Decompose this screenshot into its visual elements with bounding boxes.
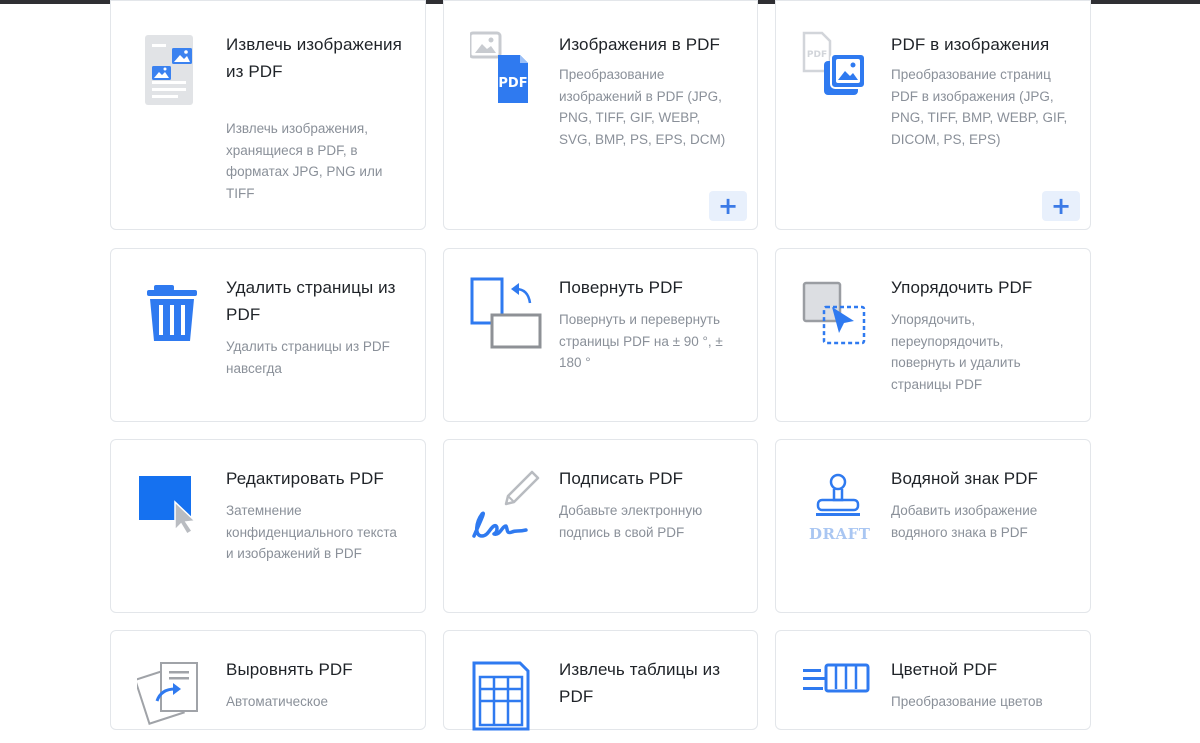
card-title: Водяной знак PDF — [891, 469, 1039, 488]
tool-card-pdf-to-images[interactable]: PDF PDF в изображения Преобразование стр… — [775, 0, 1091, 230]
pdf-to-image-icon: PDF — [802, 31, 866, 95]
tool-card-color-pdf[interactable]: Цветной PDF Преобразование цветов — [775, 630, 1091, 730]
tool-card-sign[interactable]: Подписать PDF Добавьте электронную подпи… — [443, 439, 758, 613]
organize-icon — [802, 281, 866, 345]
add-button[interactable]: + — [709, 191, 747, 221]
sign-pen-icon — [472, 470, 540, 538]
card-title: Извлечь таблицы из PDF — [559, 660, 721, 706]
card-description: Преобразование цветов — [891, 694, 1043, 709]
tool-card-watermark[interactable]: DRAFT Водяной знак PDF Добавить изображе… — [775, 439, 1091, 613]
card-title: Выровнять PDF — [226, 660, 353, 679]
redact-icon — [139, 476, 197, 536]
card-title: Упорядочить PDF — [891, 278, 1033, 297]
card-description: Преобразование изображений в PDF (JPG, P… — [559, 67, 726, 147]
card-description: Повернуть и перевернуть страницы PDF на … — [559, 312, 723, 371]
card-title: Подписать PDF — [559, 469, 684, 488]
card-description: Упорядочить, переупорядочить, повернуть … — [891, 312, 1021, 392]
svg-text:PDF: PDF — [807, 50, 827, 60]
trash-icon — [147, 285, 197, 341]
color-brush-icon — [803, 663, 870, 693]
card-description: Добавить изображение водяного знака в PD… — [891, 503, 1038, 540]
tool-card-images-to-pdf[interactable]: PDF Изображения в PDF Преобразование изо… — [443, 0, 758, 230]
stamp-draft-text: DRAFT — [809, 525, 871, 543]
card-title: Извлечь изображения из PDF — [226, 35, 402, 81]
extract-images-icon — [145, 35, 193, 105]
card-title: PDF в изображения — [891, 35, 1050, 54]
tool-card-extract-images[interactable]: Извлечь изображения из PDF Извлечь изобр… — [110, 0, 426, 230]
card-description: Преобразование страниц PDF в изображения… — [891, 67, 1068, 147]
card-description: Добавьте электронную подпись в свой PDF — [559, 503, 703, 540]
table-icon — [472, 661, 530, 731]
tool-card-organize[interactable]: Упорядочить PDF Упорядочить, переупорядо… — [775, 248, 1091, 422]
card-description: Извлечь изображения, хранящиеся в PDF, в… — [226, 121, 383, 201]
tool-card-redact[interactable]: Редактировать PDF Затемнение конфиденциа… — [110, 439, 426, 613]
card-description: Затемнение конфиденциального текста и из… — [226, 503, 397, 562]
card-description: Удалить страницы из PDF навсегда — [226, 339, 390, 376]
tool-card-deskew[interactable]: Выровнять PDF Автоматическое — [110, 630, 426, 730]
tool-card-rotate[interactable]: Повернуть PDF Повернуть и перевернуть ст… — [443, 248, 758, 422]
card-description: Автоматическое — [226, 694, 329, 709]
tool-card-extract-tables[interactable]: Извлечь таблицы из PDF — [443, 630, 758, 731]
tool-card-delete-pages[interactable]: Удалить страницы из PDF Удалить страницы… — [110, 248, 426, 422]
card-title: Цветной PDF — [891, 660, 998, 679]
add-button[interactable]: + — [1042, 191, 1080, 221]
card-title: Изображения в PDF — [559, 35, 721, 54]
deskew-icon — [137, 662, 198, 725]
card-title: Редактировать PDF — [226, 469, 384, 488]
card-title: Удалить страницы из PDF — [226, 278, 396, 324]
svg-text:PDF: PDF — [498, 76, 527, 91]
image-to-pdf-icon: PDF — [470, 31, 528, 103]
rotate-icon — [470, 277, 542, 349]
card-title: Повернуть PDF — [559, 278, 683, 297]
